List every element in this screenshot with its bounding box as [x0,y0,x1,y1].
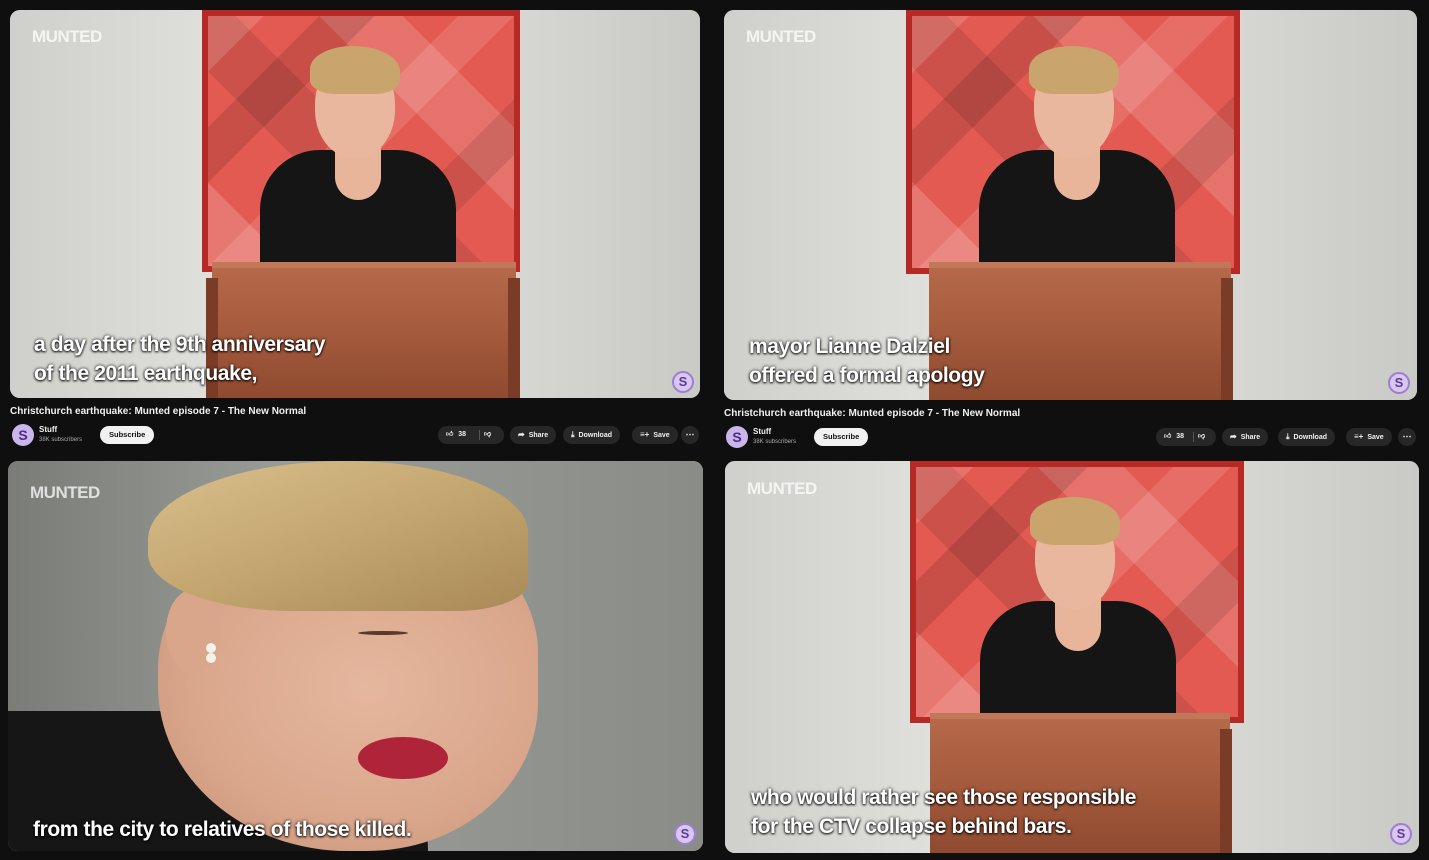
channel-subscribers: 38K subscribers [753,439,797,445]
channel-row: S Stuff 38K subscribers Subscribe 👍︎ 38 … [724,425,1417,449]
caption-line: a day after the 9th anniversary [34,333,326,356]
download-icon: ⤓ [1286,432,1290,441]
more-button[interactable]: ⋯ [1398,428,1416,446]
dislike-button[interactable]: 👎︎ [1198,428,1212,446]
thumbs-up-icon: 👍︎ [1164,433,1172,440]
save-label: Save [653,432,670,439]
download-button[interactable]: ⤓ Download [1278,428,1335,446]
save-label: Save [1367,434,1384,441]
video-player[interactable]: MUNTED mayor Lianne Dalziel offered a fo… [724,10,1417,400]
share-arrow-icon: ➦ [1230,432,1237,441]
channel-name[interactable]: Stuff [39,425,57,434]
download-button[interactable]: ⤓ Download [563,426,620,444]
thumbs-down-icon: 👎︎ [1198,433,1206,440]
subscribe-button[interactable]: Subscribe [814,428,869,446]
panel-bottom-left: MUNTED from the city to relatives of tho… [0,456,712,860]
video-player[interactable]: MUNTED from the city to relatives of tho… [8,461,703,851]
download-label: Download [578,432,612,439]
channel-name[interactable]: Stuff [753,427,771,436]
like-button[interactable]: 👍︎ 38 [446,426,480,444]
channel-avatar[interactable]: S [12,424,34,446]
save-button[interactable]: ≡+ Save [1346,428,1392,446]
like-divider [479,430,480,440]
speaker-eye [358,631,408,635]
caption-text: mayor Lianne Dalziel offered a formal ap… [749,332,1309,390]
caption-line: offered a formal apology [749,364,985,387]
like-button[interactable]: 👍︎ 38 [1164,428,1194,446]
share-button[interactable]: ➦ Share [1222,428,1269,446]
watermark-logo: MUNTED [746,27,816,46]
panel-top-right: MUNTED mayor Lianne Dalziel offered a fo… [714,0,1429,454]
watermark-logo: MUNTED [747,479,817,498]
caption-text: who would rather see those responsible f… [751,783,1351,841]
watermark-logo: MUNTED [32,27,102,46]
speaker-hair [1030,497,1120,545]
subscribe-button[interactable]: Subscribe [100,426,155,444]
share-label: Share [528,432,549,439]
add-to-playlist-icon: ≡+ [1354,432,1364,441]
video-player[interactable]: MUNTED who would rather see those respon… [725,461,1419,853]
channel-row: S Stuff 38K subscribers Subscribe 👍︎ 38 … [10,423,700,447]
speaker-hair [310,46,400,94]
like-dislike-group: 👍︎ 38 👎︎ [438,426,504,444]
caption-line: from the city to relatives of those kill… [33,818,412,841]
panel-bottom-right: MUNTED who would rather see those respon… [714,456,1429,860]
share-arrow-icon: ➦ [518,430,525,439]
channel-subscribers: 38K subscribers [39,437,83,443]
watermark-logo: MUNTED [30,483,100,502]
channel-badge-icon[interactable]: S [1388,372,1410,394]
speaker-hair [1029,46,1119,94]
video-player[interactable]: MUNTED a day after the 9th anniversary o… [10,10,700,398]
download-icon: ⤓ [571,430,575,439]
like-dislike-group: 👍︎ 38 👎︎ [1156,428,1216,446]
caption-line: for the CTV collapse behind bars. [751,815,1072,838]
thumbs-up-icon: 👍︎ [446,431,454,438]
channel-badge-icon[interactable]: S [1390,823,1412,845]
caption-text: a day after the 9th anniversary of the 2… [34,330,594,388]
channel-badge-icon[interactable]: S [672,371,694,393]
like-count: 38 [458,431,467,438]
add-to-playlist-icon: ≡+ [640,430,650,439]
thumbs-down-icon: 👎︎ [484,431,492,438]
caption-line: who would rather see those responsible [751,786,1137,809]
like-count: 38 [1176,433,1185,440]
caption-line: of the 2011 earthquake, [34,362,258,385]
share-button[interactable]: ➦ Share [510,426,557,444]
speaker-hair [148,461,528,611]
pearl-earring [206,643,216,653]
share-label: Share [1240,434,1261,441]
dislike-button[interactable]: 👎︎ [484,426,500,444]
channel-badge-icon[interactable]: S [674,823,696,845]
video-title: Christchurch earthquake: Munted episode … [724,408,1021,419]
more-button[interactable]: ⋯ [681,426,699,444]
caption-text: from the city to relatives of those kill… [33,815,653,844]
download-label: Download [1293,434,1327,441]
panel-top-left: MUNTED a day after the 9th anniversary o… [0,0,712,452]
like-divider [1193,432,1194,442]
video-title: Christchurch earthquake: Munted episode … [10,406,307,417]
caption-line: mayor Lianne Dalziel [749,335,950,358]
channel-avatar[interactable]: S [726,426,748,448]
speaker-lips [358,737,448,779]
save-button[interactable]: ≡+ Save [632,426,678,444]
